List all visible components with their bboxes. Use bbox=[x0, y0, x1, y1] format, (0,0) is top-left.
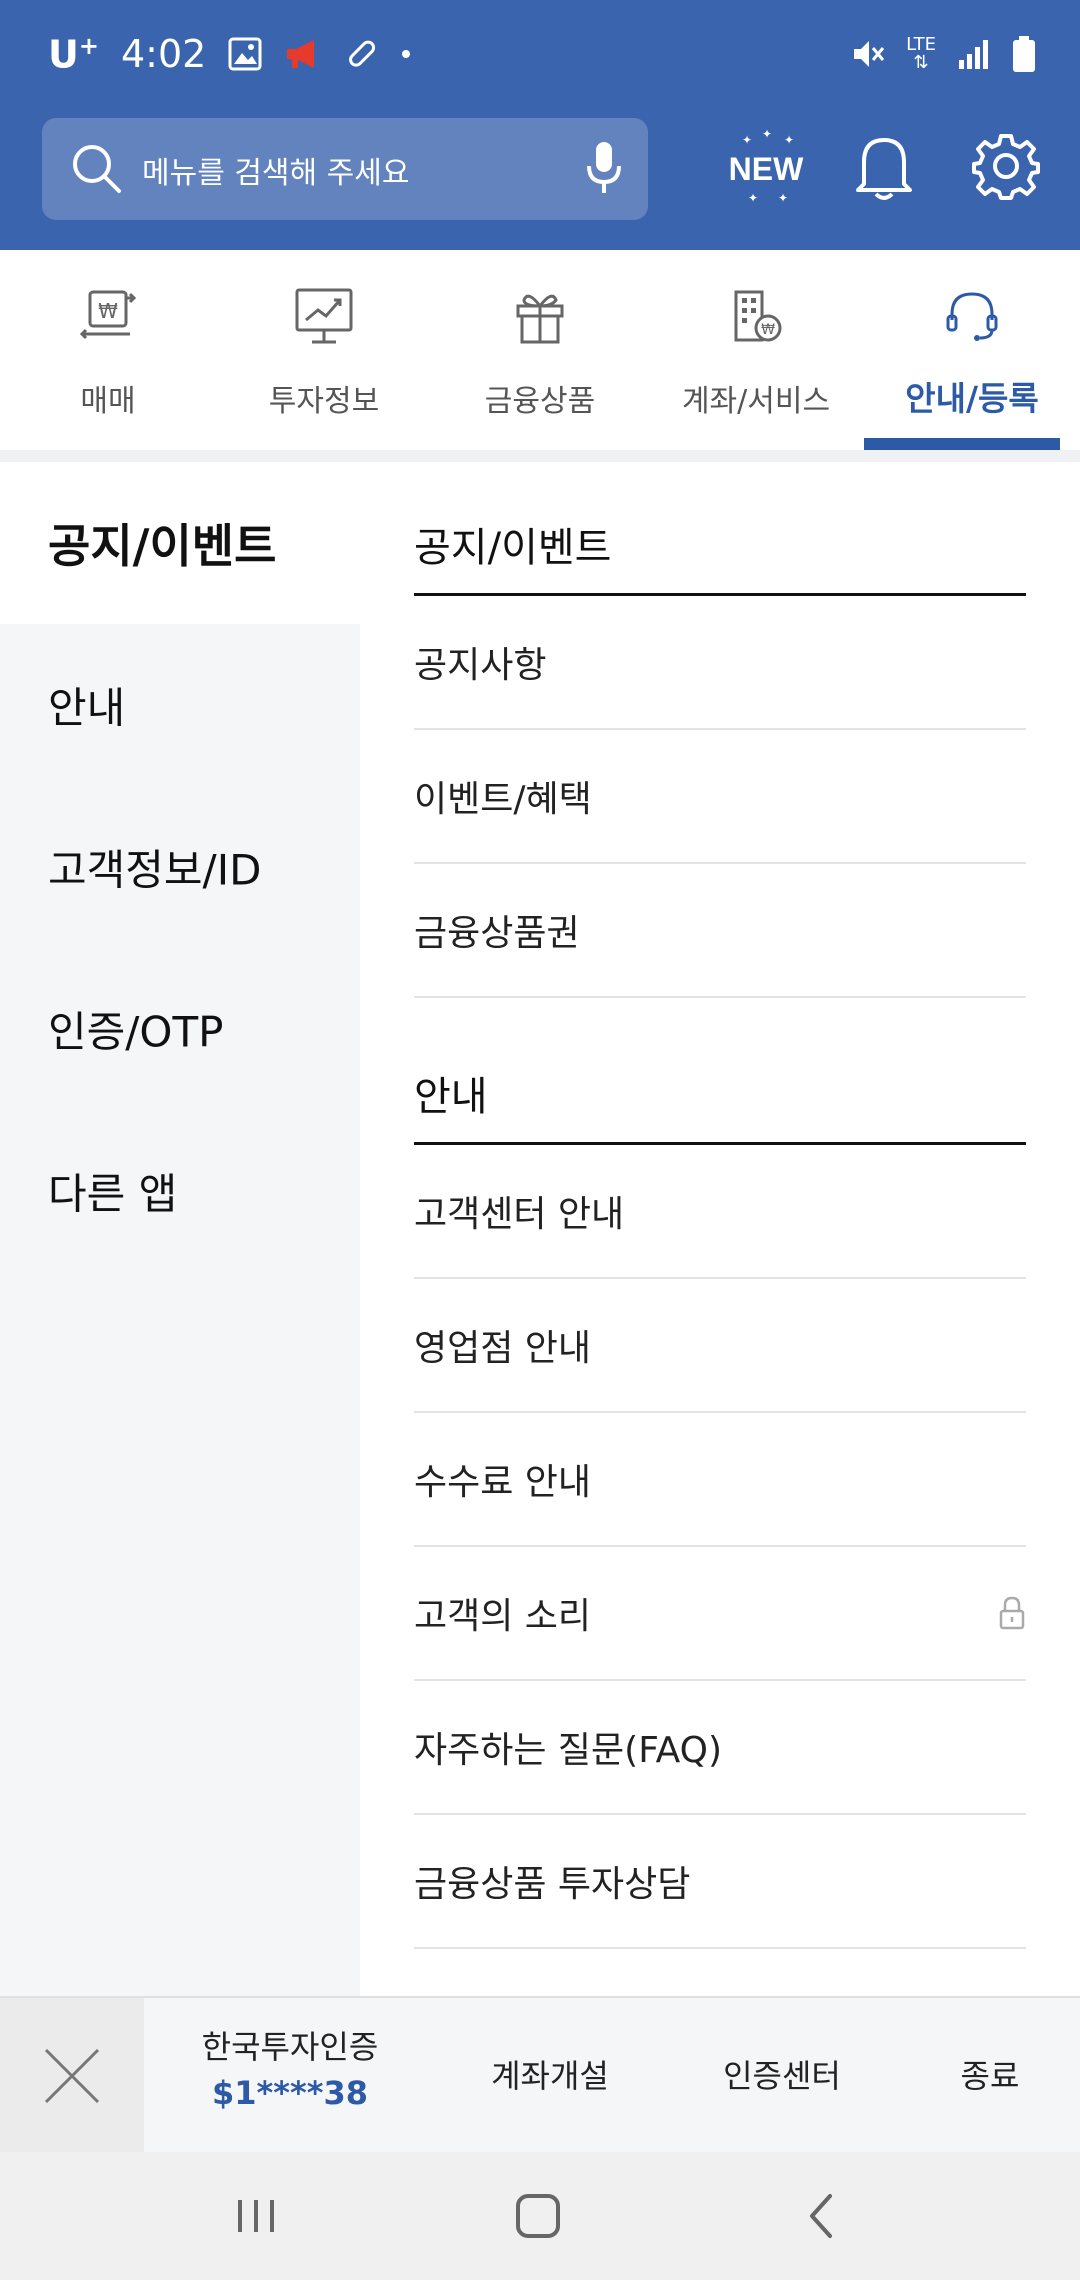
tab-account-service[interactable]: ₩ 계좌/서비스 bbox=[648, 250, 864, 450]
left-menu-label: 인증/OTP bbox=[48, 1007, 224, 1057]
pill-notification-icon bbox=[349, 40, 376, 67]
new-badge-label: NEW bbox=[729, 151, 804, 187]
left-category-menu: 공지/이벤트 안내 고객정보/ID 인증/OTP 다른 앱 bbox=[0, 462, 360, 1996]
tab-trade[interactable]: ₩ 매매 bbox=[0, 250, 216, 450]
bell-icon[interactable] bbox=[852, 132, 916, 204]
left-menu-label: 안내 bbox=[48, 683, 126, 733]
tab-label: 매매 bbox=[80, 384, 136, 419]
status-time: 4:02 bbox=[120, 32, 207, 76]
search-icon bbox=[73, 145, 121, 193]
svg-text:✦: ✦ bbox=[748, 191, 758, 205]
auth-id: $1****38 bbox=[212, 2074, 368, 2112]
menu-item-investment-consult[interactable]: 금융상품 투자상담 bbox=[414, 1815, 1026, 1949]
left-menu-auth-otp[interactable]: 인증/OTP bbox=[0, 948, 360, 1110]
divider bbox=[0, 450, 1080, 462]
menu-item-label: 공지사항 bbox=[414, 645, 547, 686]
home-icon[interactable] bbox=[508, 2186, 568, 2246]
new-badge-icon[interactable]: NEW ✦ ✦ ✦ ✦ ✦ bbox=[722, 126, 810, 206]
recent-apps-icon[interactable] bbox=[232, 2186, 280, 2246]
menu-content: 공지/이벤트 공지사항 이벤트/혜택 금융상품권 안내 고객센터 안내 영업점 … bbox=[360, 462, 1080, 1996]
building-won-icon: ₩ bbox=[734, 290, 782, 342]
lte-indicator: LTE ⇅ bbox=[906, 34, 936, 73]
menu-item-label: 이벤트/혜택 bbox=[414, 779, 592, 820]
microphone-icon[interactable] bbox=[584, 140, 624, 196]
menu-item-events[interactable]: 이벤트/혜택 bbox=[414, 730, 1026, 864]
menu-item-gift-certificate[interactable]: 금융상품권 bbox=[414, 864, 1026, 998]
left-menu-label: 공지/이벤트 bbox=[48, 519, 277, 573]
tab-investment-info[interactable]: 투자정보 bbox=[216, 250, 432, 450]
tab-financial-products[interactable]: 금융상품 bbox=[432, 250, 648, 450]
tab-guide-registration[interactable]: 안내/등록 bbox=[864, 250, 1080, 450]
trade-icon: ₩ bbox=[79, 290, 137, 340]
search-bar[interactable]: 메뉴를 검색해 주세요 bbox=[42, 118, 648, 220]
svg-text:₩: ₩ bbox=[761, 322, 775, 338]
menu-item-label: 금융상품권 bbox=[414, 913, 580, 954]
lock-icon bbox=[999, 1596, 1025, 1630]
headset-icon bbox=[946, 292, 998, 341]
tab-label: 안내/등록 bbox=[905, 379, 1039, 418]
section-title: 안내 bbox=[414, 1011, 1026, 1145]
left-menu-label: 고객정보/ID bbox=[48, 845, 262, 895]
menu-item-branch-info[interactable]: 영업점 안내 bbox=[414, 1279, 1026, 1413]
megaphone-notification-icon bbox=[287, 40, 315, 68]
open-account-button[interactable]: 계좌개설 bbox=[460, 1998, 640, 2154]
menu-item-notices[interactable]: 공지사항 bbox=[414, 596, 1026, 730]
category-tabs: ₩ 매매 투자정보 금융상품 ₩ 계좌/서비스 안내/등록 bbox=[0, 250, 1080, 450]
more-notifications-dot-icon bbox=[402, 50, 411, 58]
left-menu-notice-event[interactable]: 공지/이벤트 bbox=[0, 462, 360, 624]
menu-item-label: 수수료 안내 bbox=[414, 1462, 592, 1503]
bottom-quick-bar: 한국투자인증 $1****38 계좌개설 인증센터 종료 bbox=[0, 1996, 1080, 2154]
left-menu-guide[interactable]: 안내 bbox=[0, 624, 360, 786]
gear-icon[interactable] bbox=[972, 132, 1040, 200]
carrier-label: U+ bbox=[48, 31, 99, 77]
menu-item-label: 영업점 안내 bbox=[414, 1328, 592, 1369]
menu-item-label: 고객의 소리 bbox=[414, 1596, 592, 1637]
exit-button[interactable]: 종료 bbox=[940, 1998, 1040, 2154]
auth-title: 한국투자인증 bbox=[201, 2028, 379, 2066]
signal-icon bbox=[959, 40, 988, 69]
svg-text:✦: ✦ bbox=[778, 191, 788, 205]
status-bar: U+ 4:02 LTE ⇅ bbox=[0, 0, 1080, 110]
svg-text:✦: ✦ bbox=[742, 133, 752, 147]
svg-text:✦: ✦ bbox=[784, 133, 794, 147]
tab-label: 투자정보 bbox=[268, 384, 380, 419]
menu-item-customer-center[interactable]: 고객센터 안내 bbox=[414, 1145, 1026, 1279]
tab-label: 금융상품 bbox=[484, 384, 596, 419]
close-icon bbox=[44, 2048, 100, 2104]
gallery-notification-icon bbox=[228, 37, 262, 71]
battery-icon bbox=[1013, 36, 1035, 72]
menu-item-fee-info[interactable]: 수수료 안내 bbox=[414, 1413, 1026, 1547]
left-menu-label: 다른 앱 bbox=[48, 1169, 178, 1219]
tab-label: 계좌/서비스 bbox=[681, 384, 831, 419]
back-icon[interactable] bbox=[800, 2186, 840, 2246]
mute-icon bbox=[854, 41, 885, 67]
close-button[interactable] bbox=[0, 1998, 144, 2154]
left-menu-other-apps[interactable]: 다른 앱 bbox=[0, 1110, 360, 1272]
menu-item-label: 금융상품 투자상담 bbox=[414, 1864, 691, 1905]
menu-item-customer-voice[interactable]: 고객의 소리 bbox=[414, 1547, 1026, 1681]
svg-text:✦: ✦ bbox=[762, 127, 772, 141]
app-header: U+ 4:02 LTE ⇅ 메뉴를 검색해 주세요 NEW ✦ ✦ ✦ ✦ ✦ bbox=[0, 0, 1080, 250]
menu-item-label: 고객센터 안내 bbox=[414, 1194, 625, 1235]
active-tab-indicator bbox=[864, 438, 1060, 450]
section-title: 공지/이벤트 bbox=[414, 462, 1026, 596]
system-nav-bar bbox=[0, 2152, 1080, 2280]
svg-text:₩: ₩ bbox=[98, 299, 118, 323]
menu-item-faq[interactable]: 자주하는 질문(FAQ) bbox=[414, 1681, 1026, 1815]
menu-item-label: 자주하는 질문(FAQ) bbox=[414, 1730, 722, 1771]
auth-certificate-button[interactable]: 한국투자인증 $1****38 bbox=[180, 2022, 400, 2112]
cert-center-button[interactable]: 인증센터 bbox=[692, 1998, 872, 2154]
gift-icon bbox=[516, 294, 564, 344]
search-input[interactable]: 메뉴를 검색해 주세요 bbox=[142, 148, 409, 192]
left-menu-customer-info[interactable]: 고객정보/ID bbox=[0, 786, 360, 948]
chart-monitor-icon bbox=[295, 288, 353, 344]
